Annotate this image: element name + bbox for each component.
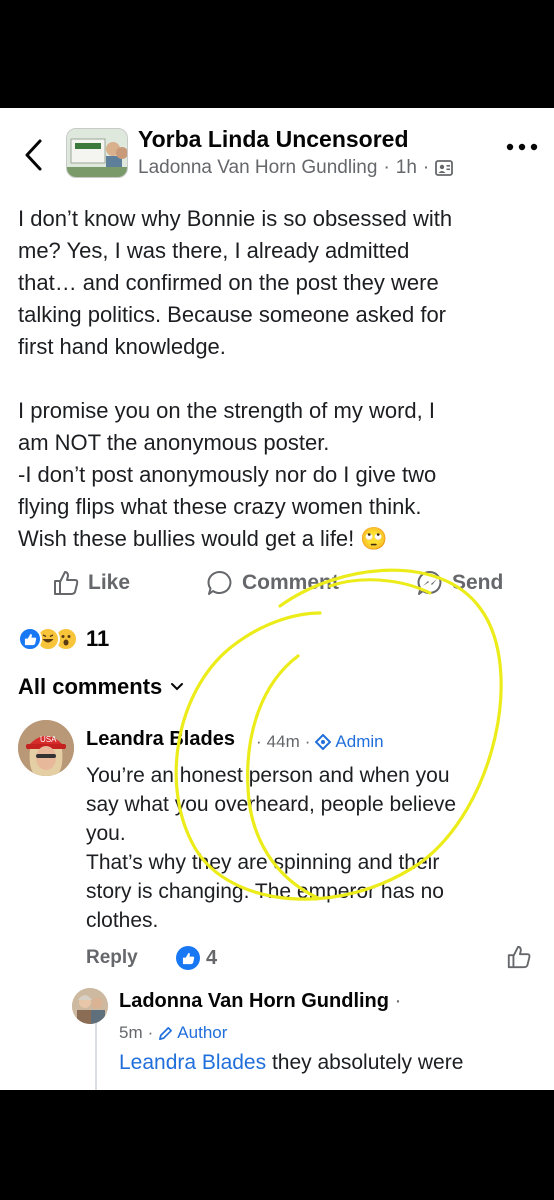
- post-screen: Yorba Linda Uncensored Ladonna Van Horn …: [0, 108, 554, 1090]
- chevron-down-icon: [171, 683, 184, 691]
- comment-time[interactable]: 44m: [267, 732, 300, 752]
- admin-badge: Admin: [315, 732, 384, 752]
- reply-author-name[interactable]: Ladonna Van Horn Gundling ·: [119, 990, 401, 1013]
- mention-link[interactable]: Leandra Blades: [119, 1051, 266, 1074]
- meta-separator: ·: [304, 732, 311, 751]
- post-author-name[interactable]: Ladonna Van Horn Gundling: [138, 157, 377, 179]
- reply-body: they absolutely were: [266, 1051, 464, 1074]
- group-avatar[interactable]: [66, 128, 128, 178]
- chevron-left-icon: [25, 139, 42, 171]
- reaction-count: 11: [86, 626, 110, 651]
- post-time[interactable]: 1h: [396, 157, 417, 179]
- meta-separator: ·: [383, 157, 390, 178]
- post-body: I don’t know why Bonnie is so obsessed w…: [18, 203, 543, 555]
- more-horizontal-icon: [506, 143, 538, 151]
- reaction-summary[interactable]: 11: [18, 624, 109, 654]
- author-badge: Author: [158, 1023, 227, 1043]
- comment-bubble-icon: [207, 570, 232, 595]
- messenger-icon: [417, 570, 442, 595]
- author-label: Author: [177, 1023, 228, 1042]
- reply-thread-line: [95, 1013, 97, 1090]
- post-paragraph: I don’t know why Bonnie is so obsessed w…: [18, 206, 453, 359]
- pencil-icon: [159, 1026, 173, 1040]
- comments-filter-label: All comments: [18, 674, 163, 699]
- avatar[interactable]: [72, 988, 108, 1024]
- like-reaction-icon: [18, 627, 42, 651]
- back-button[interactable]: [22, 138, 46, 172]
- meta-separator: ·: [147, 1023, 154, 1042]
- meta-separator: ·: [256, 732, 262, 751]
- reply-author-label: Ladonna Van Horn Gundling: [119, 990, 389, 1012]
- post-meta: Ladonna Van Horn Gundling · 1h ·: [138, 157, 454, 179]
- reply-button[interactable]: Reply: [86, 947, 138, 969]
- avatar[interactable]: USA: [18, 720, 74, 776]
- meta-separator: ·: [422, 157, 430, 178]
- admin-diamond-icon: [315, 734, 332, 750]
- meta-separator: ·: [394, 990, 402, 1012]
- admin-label: Admin: [335, 732, 384, 751]
- thumbs-up-icon: [507, 945, 531, 969]
- like-reaction-icon: [176, 946, 200, 970]
- more-options-button[interactable]: [505, 140, 539, 152]
- group-name[interactable]: Yorba Linda Uncensored: [138, 126, 409, 153]
- reply-time[interactable]: 5m: [119, 1023, 143, 1043]
- comment-text: You’re an honest person and when you say…: [86, 764, 457, 932]
- reply-text: Leandra Blades they absolutely were: [119, 1051, 463, 1075]
- comment-author-name[interactable]: Leandra Blades: [86, 728, 235, 751]
- post-actions: Like Comment Send: [0, 563, 554, 603]
- post-paragraph: I promise you on the strength of my word…: [18, 398, 437, 551]
- send-button[interactable]: Send: [416, 563, 503, 603]
- comment-meta: · 44m · Admin: [256, 732, 384, 752]
- comment-button[interactable]: Comment: [206, 563, 339, 603]
- send-label: Send: [452, 571, 504, 594]
- thumbs-up-icon: [54, 571, 79, 595]
- comment-like-button[interactable]: [506, 944, 532, 970]
- svg-text:USA: USA: [40, 735, 57, 744]
- comments-filter-dropdown[interactable]: All comments: [18, 674, 184, 700]
- bottom-black-border: [0, 1090, 554, 1200]
- top-black-border: [0, 0, 554, 108]
- comment-reaction-count[interactable]: 4: [176, 946, 217, 970]
- comment-like-count: 4: [206, 946, 218, 969]
- like-label: Like: [88, 571, 131, 594]
- comment-label: Comment: [242, 571, 339, 594]
- reply-meta: 5m · Author: [119, 1023, 227, 1043]
- members-icon: [435, 160, 454, 176]
- like-button[interactable]: Like: [52, 563, 130, 603]
- group-photo: [67, 129, 127, 177]
